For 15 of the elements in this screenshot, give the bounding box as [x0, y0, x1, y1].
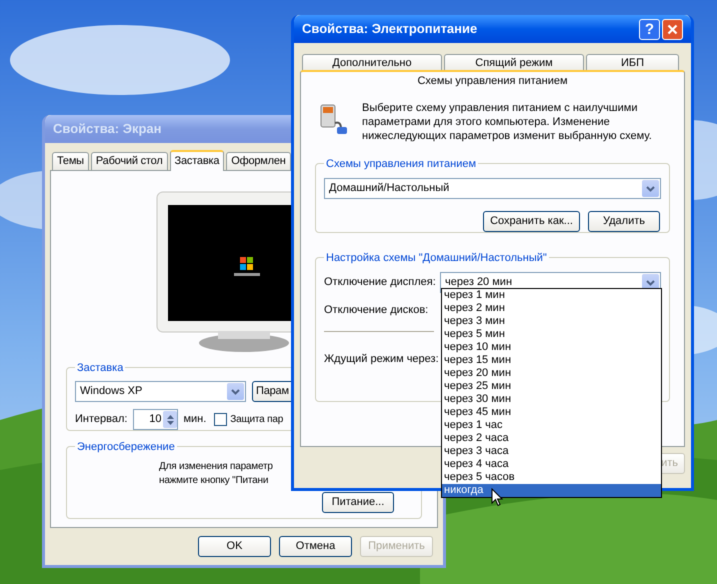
- group-title: Заставка: [77, 362, 124, 374]
- unit-label: мин.: [183, 412, 206, 428]
- password-label: Защита пар: [230, 413, 284, 427]
- standby-label: Ждущий режим через:: [324, 352, 439, 366]
- display-off-label: Отключение дисплея:: [324, 275, 436, 290]
- info-text: нажмите кнопку "Питани: [159, 474, 270, 488]
- group-title: Энергосбережение: [77, 441, 175, 453]
- group-title: Схемы управления питанием: [326, 158, 476, 170]
- description-text: Выберите схему управления питанием с наилучшими параметрами для этого компьютера. Изменение нижеследующих параметров изменит выбранную схему.: [362, 101, 653, 143]
- disks-off-label: Отключение дисков:: [324, 303, 428, 318]
- window-title: Свойства: Электропитание: [302, 20, 478, 38]
- window-title: Свойства: Экран: [53, 120, 162, 138]
- info-text: Для изменения параметр: [159, 460, 274, 474]
- interval-label: Интервал:: [75, 412, 128, 428]
- group-title: Настройка схемы "Домашний/Настольный": [326, 252, 547, 264]
